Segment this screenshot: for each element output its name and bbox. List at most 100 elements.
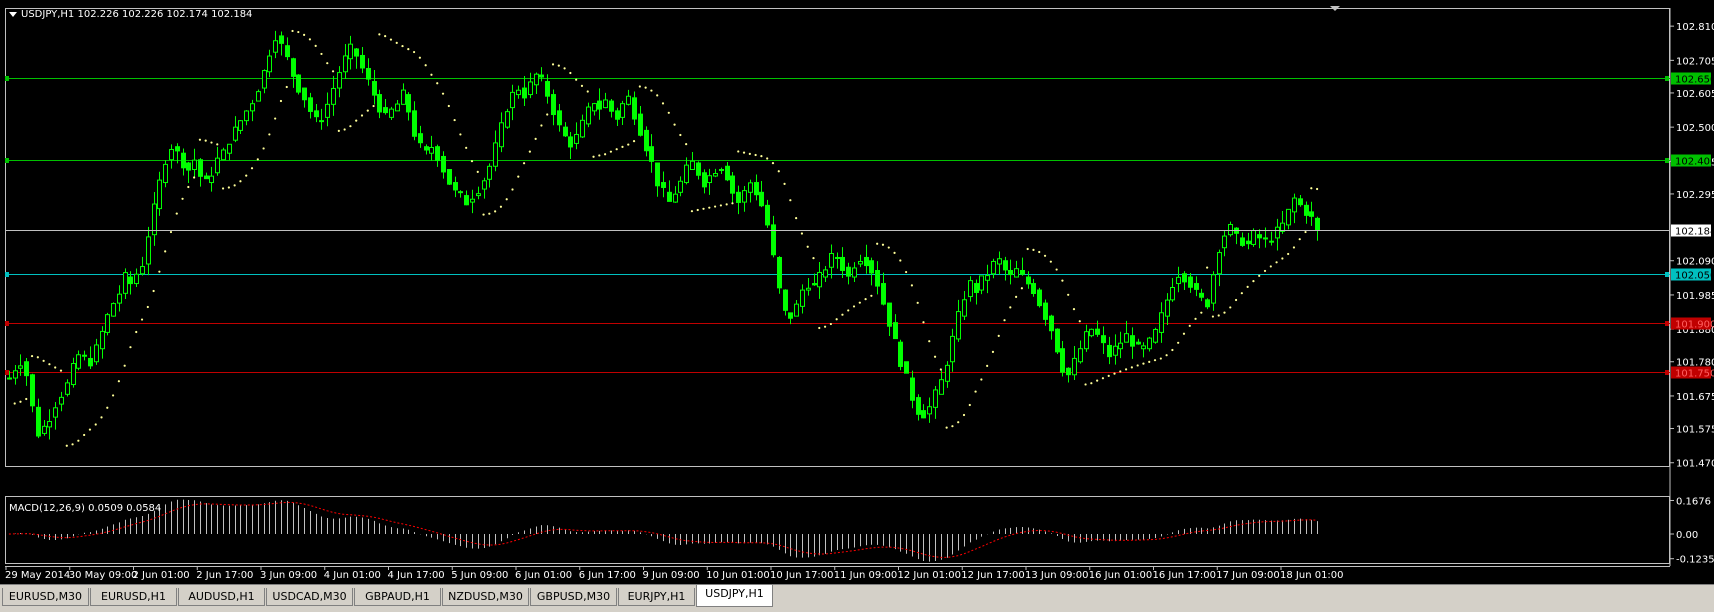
candle-body (111, 303, 116, 317)
candle-body (684, 164, 689, 184)
time-axis-label: 29 May 2014 (5, 570, 70, 581)
chart-tab-audusd-h1[interactable]: AUDUSD,H1 (178, 588, 265, 606)
candle-body (812, 283, 817, 286)
candle-body (1182, 273, 1187, 283)
chart-tab-eurusd-m30[interactable]: EURUSD,M30 (2, 588, 89, 606)
sar-dot (71, 443, 74, 446)
sar-dot (48, 363, 51, 366)
sar-dot (204, 139, 207, 142)
chart-window[interactable]: USDJPY,H1 102.226 102.226 102.174 102.18… (0, 0, 1714, 612)
time-axis-label: 5 Jun 09:00 (451, 570, 508, 581)
candle-body (823, 269, 828, 278)
level-handle (5, 272, 9, 277)
chart-tab-gbpusd-m30[interactable]: GBPUSD,M30 (530, 588, 617, 606)
candle-body (71, 363, 76, 386)
sar-dot (916, 301, 919, 304)
sar-dot (430, 73, 433, 76)
candle-body (53, 407, 58, 418)
sar-dot (604, 153, 607, 156)
sar-dot (986, 364, 989, 367)
candle-body (794, 303, 799, 317)
sar-dot (962, 413, 966, 417)
candle-body (1298, 198, 1303, 206)
macd-histogram (15, 499, 1318, 562)
sar-dot (1020, 287, 1023, 290)
candle-body (13, 370, 18, 379)
sar-dot (609, 150, 613, 153)
level-handle (5, 321, 9, 326)
candle-body (389, 108, 394, 118)
sar-dot (644, 86, 647, 89)
sar-dot (667, 111, 670, 114)
candle-body (574, 133, 579, 144)
candle-body (244, 110, 249, 122)
sar-dot (731, 202, 734, 205)
candle-body (1147, 337, 1152, 350)
candle-body (250, 103, 255, 112)
sar-dot (1263, 269, 1267, 273)
candle-body (1031, 283, 1036, 294)
candle-body (1078, 348, 1083, 363)
candle-body (516, 89, 521, 96)
sar-dot (771, 162, 775, 165)
macd-signal (8, 501, 1318, 558)
sar-dot (111, 394, 115, 397)
candle-body (783, 289, 788, 311)
sar-dot (303, 33, 306, 36)
chart-tab-eurjpy-h1[interactable]: EURJPY,H1 (618, 588, 695, 606)
sar-dot (135, 330, 138, 334)
sar-dot (517, 175, 520, 178)
sar-dot (129, 346, 132, 349)
chart-tab-nzdusd-m30[interactable]: NZDUSD,M30 (442, 588, 529, 606)
chart-tab-usdjpy-h1[interactable]: USDJPY,H1 (696, 585, 773, 607)
candle-body (291, 58, 296, 77)
time-axis-label: 6 Jun 17:00 (579, 570, 636, 581)
price-axis-label: 101.575 (1676, 425, 1714, 436)
sar-dot (615, 148, 618, 151)
candle-body (325, 103, 330, 118)
candle-body (36, 406, 41, 437)
time-axis-label: 30 May 09:00 (69, 570, 138, 581)
sar-dot (221, 187, 225, 190)
sar-dot (152, 289, 155, 293)
candle-body (1246, 240, 1251, 245)
sar-dot (980, 378, 983, 381)
sar-dot (1072, 308, 1076, 311)
sar-dot (117, 380, 120, 383)
candle-body (308, 97, 313, 112)
chart-tab-gbpaud-h1[interactable]: GBPAUD,H1 (354, 588, 441, 606)
sar-dot (1304, 230, 1307, 234)
sar-dot (540, 124, 543, 127)
sar-dot (1078, 320, 1081, 323)
sar-dot (349, 125, 352, 128)
candle-body (128, 276, 133, 285)
sar-dot (1096, 379, 1099, 382)
price-axis-label: 101.985 (1676, 291, 1714, 302)
candle-body (927, 406, 932, 415)
candle-body (609, 100, 614, 112)
candle-body (563, 126, 568, 137)
chart-tab-eurusd-h1[interactable]: EURUSD,H1 (90, 588, 177, 606)
sar-dot (210, 141, 213, 144)
sar-dot (187, 185, 190, 189)
chart-tab-usdcad-m30[interactable]: USDCAD,M30 (266, 588, 353, 606)
candle-body (534, 73, 539, 86)
time-axis-label: 16 Jun 17:00 (1153, 570, 1217, 581)
candle-body (204, 175, 209, 180)
candle-body (1228, 223, 1233, 236)
sar-dot (1182, 332, 1186, 335)
time-axis-label: 2 Jun 17:00 (196, 570, 253, 581)
candle-body (800, 289, 805, 307)
sar-dot (30, 354, 34, 358)
candle-body (673, 193, 678, 203)
chart-canvas[interactable]: USDJPY,H1 102.226 102.226 102.174 102.18… (0, 0, 1714, 584)
candle-body (626, 95, 631, 105)
level-handle (5, 158, 9, 163)
sar-dot (140, 318, 144, 321)
candle-body (632, 97, 637, 120)
candle-body (458, 191, 463, 194)
sar-dot (974, 390, 977, 393)
candle-body (875, 270, 880, 287)
candle-body (586, 106, 591, 125)
triangle-down-icon[interactable] (9, 12, 17, 17)
